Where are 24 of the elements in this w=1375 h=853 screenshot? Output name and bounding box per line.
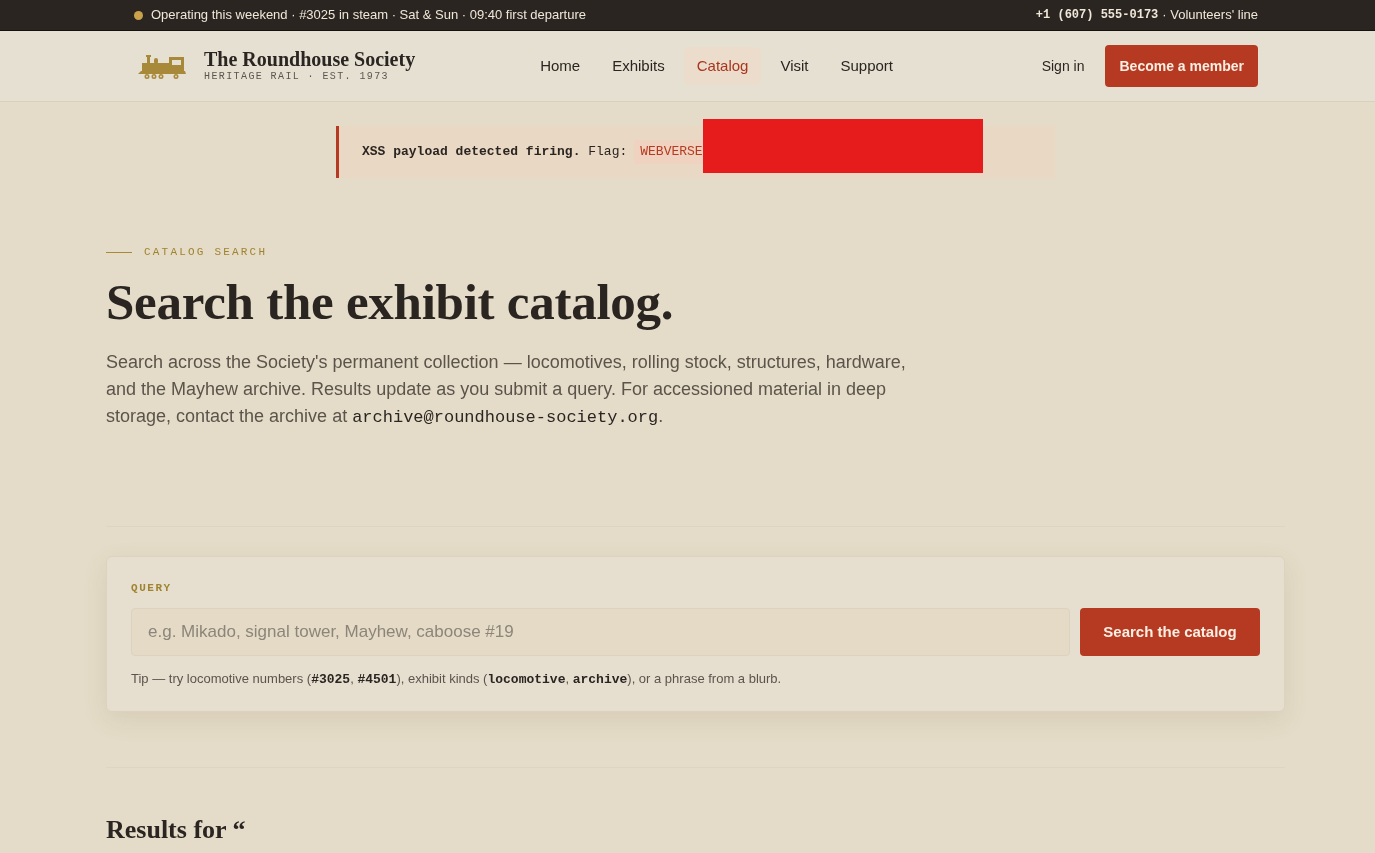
brand-name[interactable]: The Roundhouse Society bbox=[204, 48, 416, 70]
query-label: QUERY bbox=[131, 581, 172, 595]
nav-link[interactable]: Exhibits bbox=[599, 47, 678, 85]
eyebrow-label: CATALOG SEARCH bbox=[144, 245, 268, 259]
page-title: Search the exhibit catalog. bbox=[106, 273, 674, 331]
phone-number: +1 (607) 555-0173 bbox=[1035, 7, 1159, 24]
nav-link[interactable]: Visit bbox=[767, 47, 822, 85]
intro-paragraph: Search across the Society's permanent collection — locomotives, rolling stock, structures, hardware, and the Mayhew archive. Results update as you submit a query. For accessioned material in deep storage, contact the archive at archive@roundhouse-society.org. bbox=[106, 351, 907, 429]
nav-link[interactable]: Support bbox=[827, 47, 907, 85]
alert-message: XSS payload detected firing. Flag: bbox=[362, 143, 628, 162]
phone-note: · Volunteers' line bbox=[1162, 6, 1258, 25]
become-member-button[interactable]: Become a member bbox=[1105, 45, 1258, 87]
sign-in-link[interactable]: Sign in bbox=[1041, 55, 1085, 77]
brand-tagline: HERITAGE RAIL · EST. 1973 bbox=[204, 71, 391, 84]
status-dot-icon bbox=[134, 10, 143, 20]
status-text: Operating this weekend · #3025 in steam · Sat & Sun · 09:40 first departure bbox=[151, 6, 587, 25]
search-button[interactable]: Search the catalog bbox=[1080, 608, 1260, 656]
flag-value: WEBVERSE bbox=[634, 140, 703, 164]
nav-link[interactable]: Home bbox=[527, 47, 594, 85]
search-tip: Tip — try locomotive numbers (#3025, #4501), exhibit kinds (locomotive, archive), or a phrase from a blurb. bbox=[131, 670, 782, 689]
search-field[interactable]: e.g. Mikado, signal tower, Mayhew, caboose #19 bbox=[131, 608, 1070, 656]
results-heading: Results for “ bbox=[106, 814, 246, 846]
locomotive-icon bbox=[138, 53, 186, 79]
nav-link[interactable]: Catalog bbox=[683, 47, 762, 85]
